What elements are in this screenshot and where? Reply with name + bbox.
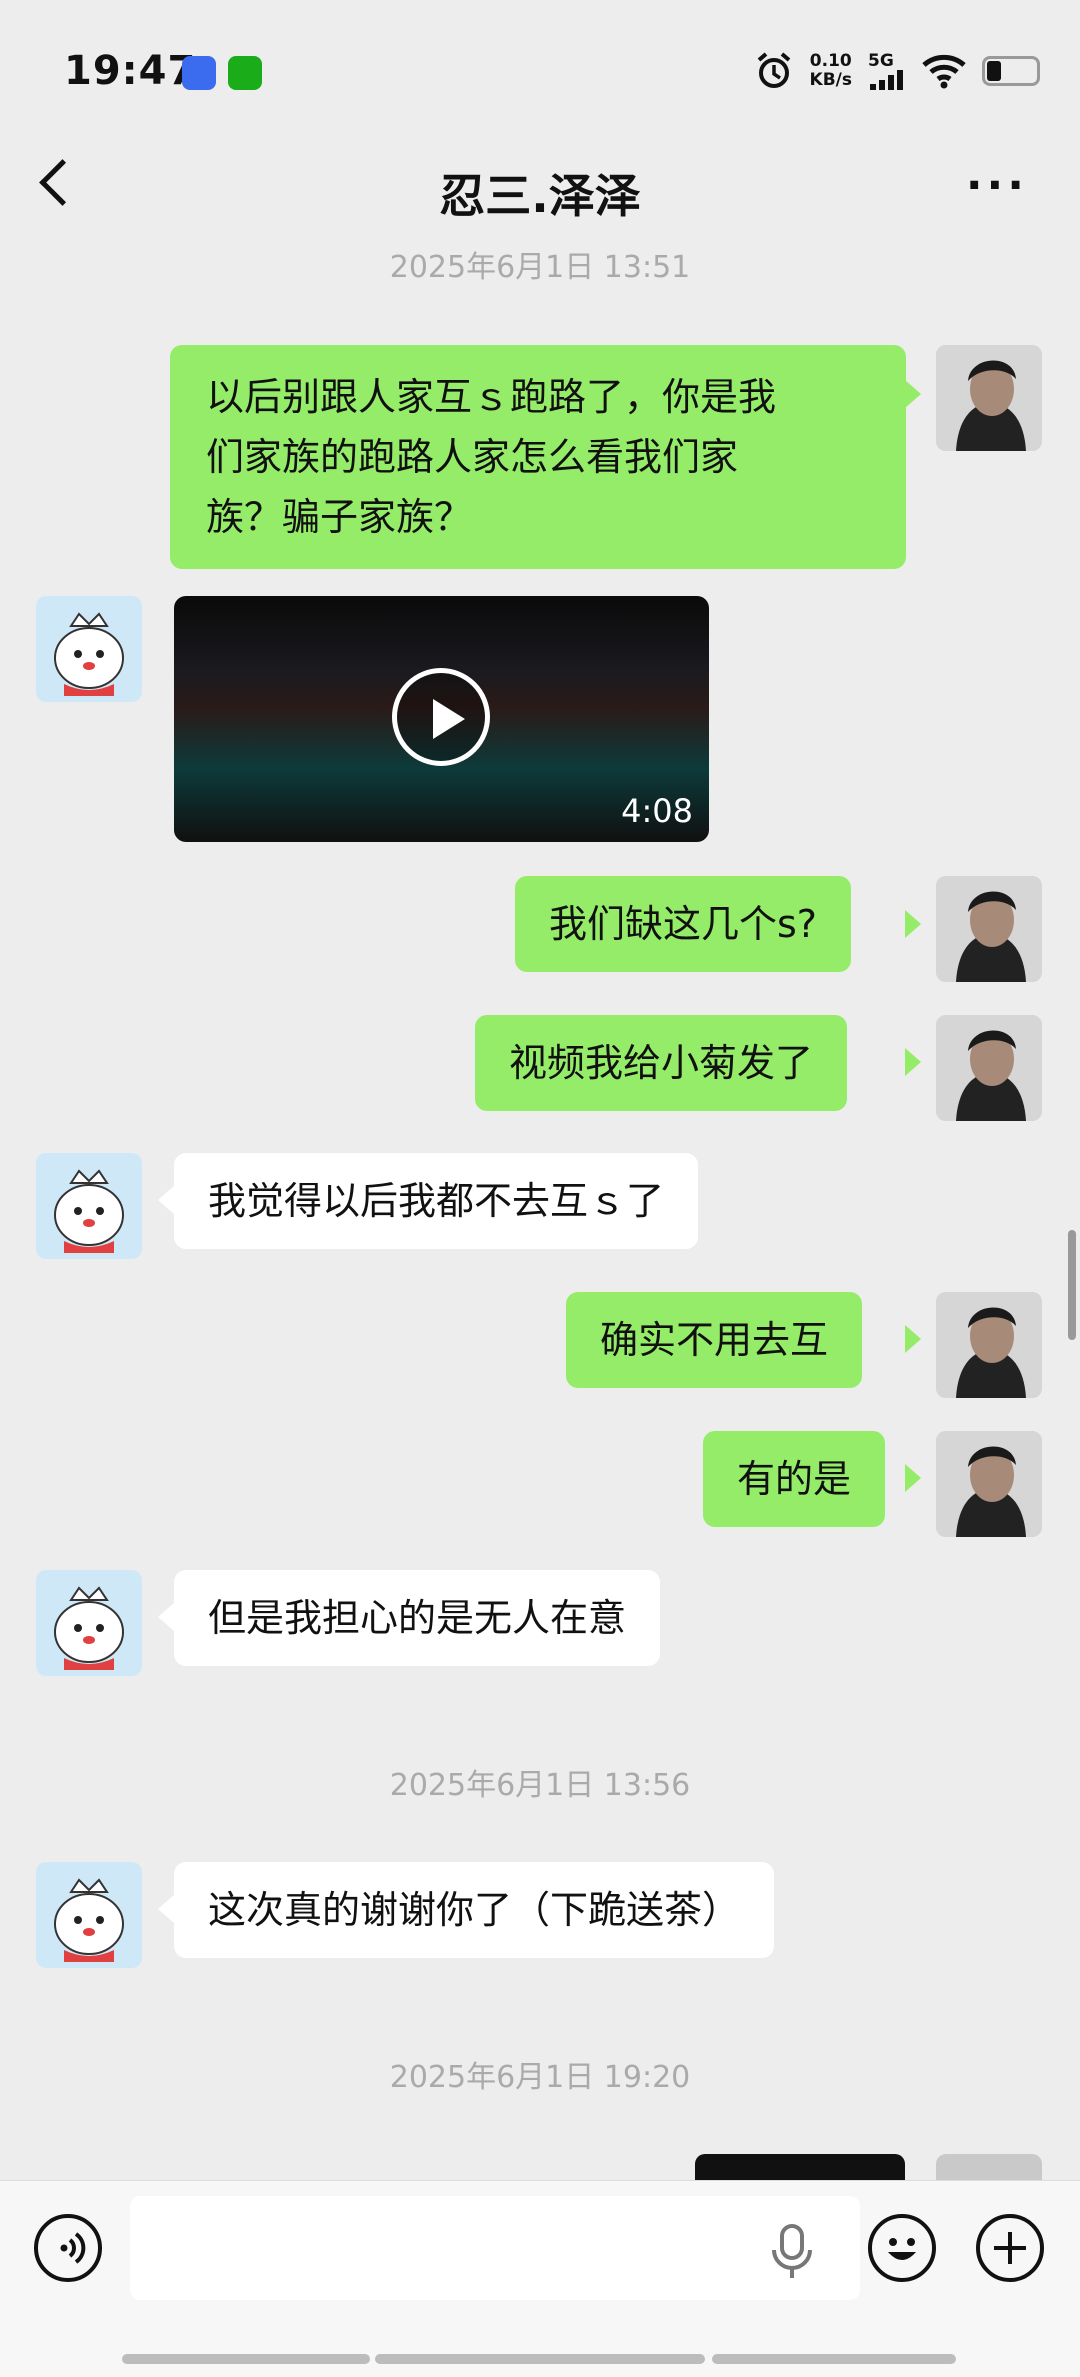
message-line: 以后别跟人家互ｓ跑路了，你是我 — [206, 375, 777, 419]
message-input[interactable] — [130, 2196, 860, 2300]
timestamp: 2025年6月1日 13:51 — [389, 250, 691, 285]
nav-indicator — [375, 2354, 705, 2364]
more-icon[interactable]: ··· — [966, 164, 1028, 208]
message-bubble[interactable]: 有的是 — [703, 1431, 886, 1527]
message-bubble[interactable]: 我们缺这几个s? — [515, 876, 851, 972]
message-bubble[interactable]: 以后别跟人家互ｓ跑路了，你是我 们家族的跑路人家怎么看我们家 族？骗子家族？ — [170, 345, 906, 569]
video-duration: 4:08 — [621, 792, 693, 830]
message-bubble[interactable]: 但是我担心的是无人在意 — [174, 1570, 661, 1666]
avatar[interactable] — [936, 1015, 1042, 1121]
timestamp: 2025年6月1日 13:56 — [389, 1768, 691, 1803]
bubble-tail — [905, 1325, 921, 1353]
avatar[interactable] — [936, 1431, 1042, 1537]
bubble-tail — [158, 1895, 174, 1923]
wifi-icon — [922, 54, 966, 89]
status-indicators: 0.10 KB/s 5G — [754, 46, 1040, 96]
message-bubble[interactable]: 确实不用去互 — [566, 1292, 863, 1388]
bubble-tail — [905, 910, 921, 938]
emoji-icon[interactable] — [868, 2214, 936, 2282]
chat-title: 忍三.泽泽 — [439, 169, 641, 223]
network-type: 5G — [868, 51, 894, 71]
message-line: 族？骗子家族？ — [206, 495, 473, 539]
scrollbar[interactable] — [1068, 1230, 1076, 1340]
avatar[interactable] — [936, 345, 1042, 451]
nav-indicator — [712, 2354, 956, 2364]
message-line: 们家族的跑路人家怎么看我们家 — [206, 435, 739, 479]
wechat-icon — [228, 56, 262, 90]
avatar[interactable] — [936, 2154, 1042, 2180]
bubble-tail — [158, 1186, 174, 1214]
net-speed: 0.10 KB/s — [810, 52, 852, 90]
play-icon[interactable] — [392, 668, 490, 766]
plus-icon[interactable] — [976, 2214, 1044, 2282]
avatar[interactable] — [36, 596, 142, 702]
battery-icon — [982, 56, 1040, 86]
timestamp: 2025年6月1日 19:20 — [389, 2060, 691, 2095]
avatar[interactable] — [936, 876, 1042, 982]
video-message[interactable]: 4:08 — [174, 596, 709, 842]
nav-indicator — [122, 2354, 370, 2364]
voice-icon[interactable] — [34, 2214, 102, 2282]
bubble-tail — [905, 380, 921, 408]
bubble-tail — [158, 1603, 174, 1631]
net-speed-value: 0.10 — [809, 51, 852, 71]
alarm-icon — [757, 52, 790, 88]
bubble-tail — [905, 1464, 921, 1492]
message-bubble[interactable]: 视频我给小菊发了 — [475, 1015, 848, 1111]
status-time: 19:47 — [64, 48, 197, 94]
message-bubble[interactable]: 我觉得以后我都不去互ｓ了 — [174, 1153, 699, 1249]
message-bubble[interactable]: 这次真的谢谢你了（下跪送茶） — [174, 1862, 775, 1958]
avatar[interactable] — [936, 1292, 1042, 1398]
bubble-tail — [905, 1048, 921, 1076]
avatar[interactable] — [36, 1570, 142, 1676]
avatar[interactable] — [36, 1153, 142, 1259]
video-message-partial[interactable] — [695, 2154, 905, 2180]
signal-icon: 5G — [868, 52, 906, 90]
avatar[interactable] — [36, 1862, 142, 1968]
video-app-icon — [182, 56, 216, 90]
microphone-icon[interactable] — [768, 2222, 816, 2286]
net-speed-unit: KB/s — [809, 70, 852, 90]
